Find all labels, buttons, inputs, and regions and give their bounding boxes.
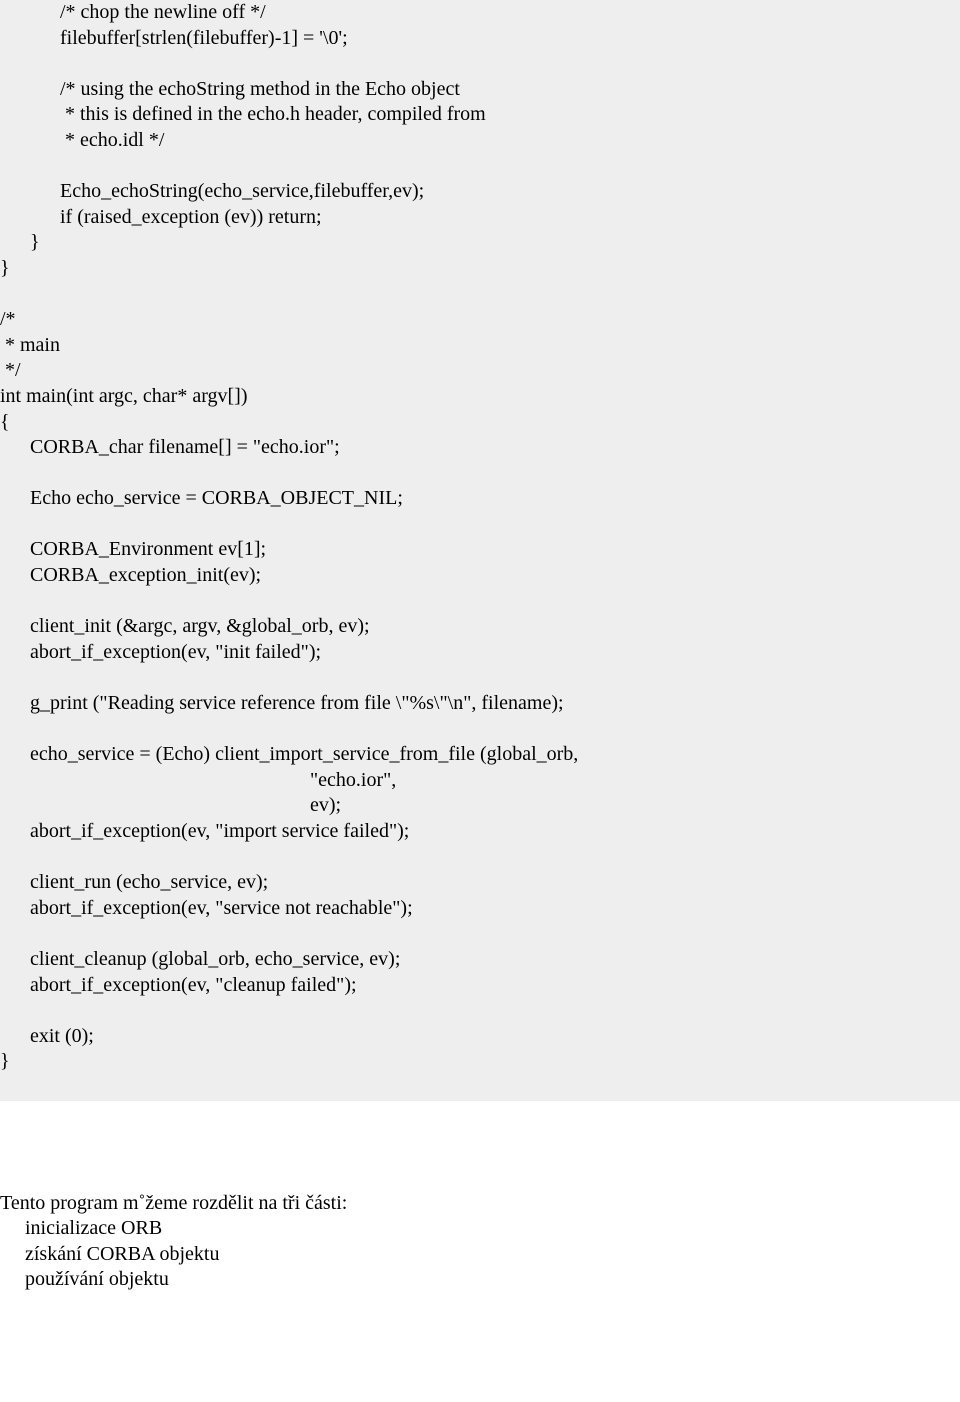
- spacer: [0, 1101, 960, 1191]
- code-block: /* chop the newline off */ filebuffer[st…: [0, 0, 960, 1101]
- body-paragraph: Tento program m˚žeme rozdělit na tři čás…: [0, 1191, 960, 1293]
